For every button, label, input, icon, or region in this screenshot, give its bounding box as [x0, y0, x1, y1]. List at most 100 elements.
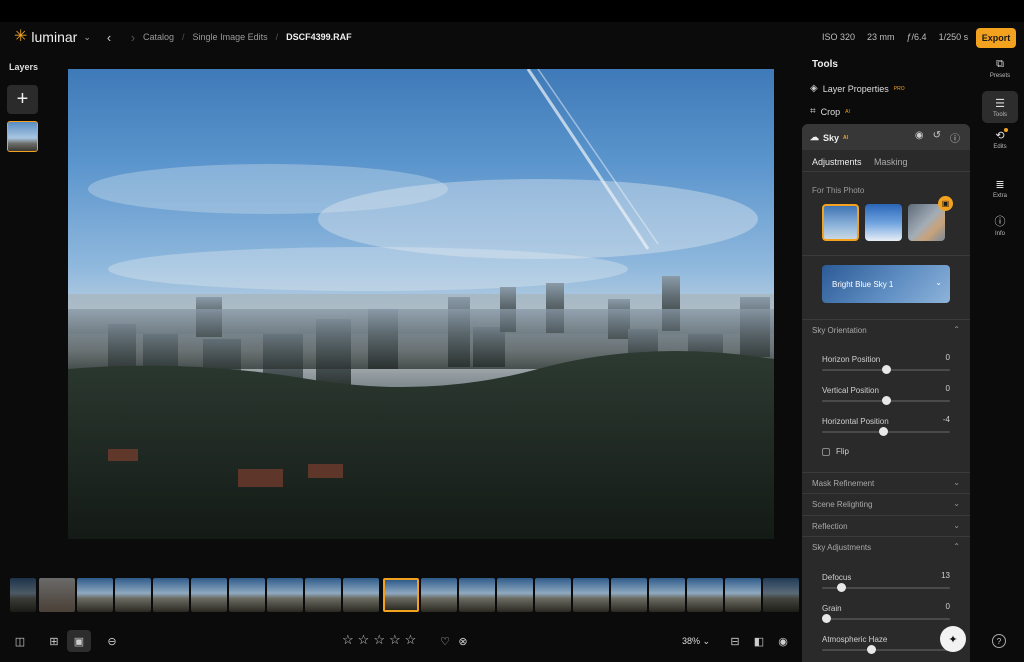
- preview-eye-icon[interactable]: ◉: [771, 630, 795, 652]
- for-this-photo-label: For This Photo: [812, 186, 865, 195]
- star-icon[interactable]: ☆: [389, 632, 401, 648]
- app-logo[interactable]: ✳ luminar ⌄: [14, 29, 91, 46]
- zoom-level[interactable]: 38% ⌄: [682, 636, 710, 647]
- section-sky-adjustments[interactable]: Sky Adjustments ⌃: [802, 536, 970, 557]
- single-view-icon[interactable]: ▣: [67, 630, 91, 652]
- reset-icon[interactable]: ↺: [933, 130, 941, 145]
- filmstrip-thumbnail[interactable]: [343, 578, 379, 612]
- star-icon[interactable]: ☆: [358, 632, 370, 648]
- export-button[interactable]: Export: [976, 28, 1016, 48]
- slider-knob[interactable]: [882, 396, 891, 405]
- layers-title: Layers: [9, 62, 39, 72]
- section-scene-relighting[interactable]: Scene Relighting ⌄: [802, 493, 970, 514]
- filmstrip-thumbnail[interactable]: [573, 578, 609, 612]
- slider-knob[interactable]: [837, 583, 847, 592]
- filmstrip-thumbnail[interactable]: [535, 578, 571, 612]
- slider-knob[interactable]: [866, 645, 876, 654]
- add-layer-button[interactable]: +: [7, 85, 38, 114]
- star-icon[interactable]: ☆: [342, 632, 354, 648]
- sky-selection-dropdown[interactable]: Bright Blue Sky 1 ⌄: [822, 265, 950, 303]
- slider-track[interactable]: [822, 618, 950, 620]
- forward-button[interactable]: ›: [126, 30, 140, 45]
- filmstrip-thumbnail[interactable]: [191, 578, 227, 612]
- tab-adjustments[interactable]: Adjustments: [812, 157, 862, 167]
- sky-suggestion-3[interactable]: [908, 204, 945, 241]
- slider-knob[interactable]: [821, 614, 831, 623]
- back-button[interactable]: ‹: [102, 30, 116, 45]
- section-title: Sky Orientation: [812, 326, 867, 335]
- slider-value[interactable]: 13: [941, 571, 950, 580]
- filmstrip-thumbnail[interactable]: [763, 578, 799, 612]
- slider-grain[interactable]: Grain 0: [821, 602, 950, 624]
- slider-track[interactable]: [822, 649, 950, 651]
- filmstrip[interactable]: [0, 575, 800, 619]
- filmstrip-thumbnail[interactable]: [687, 578, 723, 612]
- slider-value[interactable]: 0: [946, 353, 950, 362]
- filmstrip-thumbnail[interactable]: [725, 578, 761, 612]
- info-icon[interactable]: ⓘ: [950, 130, 960, 145]
- breadcrumb-catalog[interactable]: Catalog: [143, 32, 174, 42]
- slider-value[interactable]: 0: [946, 602, 950, 611]
- rail-info[interactable]: ⓘ Info: [982, 213, 1018, 237]
- rating-stars[interactable]: ☆ ☆ ☆ ☆ ☆: [342, 632, 416, 648]
- filmstrip-thumbnail[interactable]: [611, 578, 647, 612]
- section-reflection[interactable]: Reflection ⌄: [802, 515, 970, 536]
- more-options-icon[interactable]: ⊖: [100, 630, 124, 652]
- slider-value[interactable]: -4: [943, 415, 950, 424]
- sky-suggestion-1[interactable]: [822, 204, 859, 241]
- breadcrumb-album[interactable]: Single Image Edits: [193, 32, 268, 42]
- slider-value[interactable]: 0: [946, 384, 950, 393]
- grid-view-icon[interactable]: ⊞: [42, 630, 66, 652]
- help-icon[interactable]: ?: [992, 634, 1006, 648]
- rail-extra[interactable]: ≣ Extra: [982, 178, 1018, 199]
- section-sky-orientation[interactable]: Sky Orientation ⌃: [802, 319, 970, 340]
- checkbox-box[interactable]: [822, 447, 830, 456]
- flip-checkbox[interactable]: Flip: [822, 447, 849, 456]
- star-icon[interactable]: ☆: [405, 632, 417, 648]
- sky-suggestion-2[interactable]: [865, 204, 902, 241]
- slider-horizontal-position[interactable]: Horizontal Position -4: [822, 415, 950, 437]
- slider-defocus[interactable]: Defocus 13: [822, 571, 950, 593]
- slider-atmospheric-haze[interactable]: Atmospheric Haze: [822, 635, 950, 655]
- tool-crop[interactable]: ⌗ Crop AI: [810, 106, 850, 117]
- filmstrip-thumbnail[interactable]: [649, 578, 685, 612]
- filmstrip-thumbnail[interactable]: [115, 578, 151, 612]
- filmstrip-thumbnail[interactable]: [497, 578, 533, 612]
- cityscape-image: [68, 69, 774, 539]
- slider-knob[interactable]: [882, 365, 891, 374]
- sidebar-toggle-icon[interactable]: ◫: [8, 630, 32, 652]
- compare-icon[interactable]: ⊟: [723, 630, 747, 652]
- sky-header[interactable]: ☁ Sky AI ◉ ↺ ⓘ: [802, 124, 970, 150]
- filmstrip-thumbnail[interactable]: [77, 578, 113, 612]
- rail-presets[interactable]: ⧉ Presets: [982, 58, 1018, 79]
- section-title: Mask Refinement: [812, 479, 875, 488]
- split-view-icon[interactable]: ◧: [747, 630, 771, 652]
- photo-canvas[interactable]: [68, 69, 774, 539]
- slider-vertical-position[interactable]: Vertical Position 0: [822, 384, 950, 406]
- filmstrip-thumbnail[interactable]: [305, 578, 341, 612]
- filmstrip-thumbnail[interactable]: [10, 578, 36, 612]
- filmstrip-thumbnail[interactable]: [39, 578, 75, 612]
- breadcrumb-separator: /: [182, 32, 185, 42]
- reject-icon[interactable]: ⊗: [451, 630, 475, 652]
- layer-thumbnail[interactable]: [7, 121, 38, 152]
- tab-masking[interactable]: Masking: [874, 157, 908, 167]
- slider-knob[interactable]: [879, 427, 889, 436]
- tool-layer-properties[interactable]: ◈ Layer Properties PRO: [810, 83, 905, 94]
- filmstrip-thumbnail[interactable]: [153, 578, 189, 612]
- shop-cart-icon[interactable]: ▣: [938, 196, 953, 211]
- rail-tools[interactable]: ☰ Tools: [982, 91, 1018, 123]
- star-icon[interactable]: ☆: [373, 632, 385, 648]
- breadcrumb: Catalog / Single Image Edits / DSCF4399.…: [143, 32, 352, 42]
- filmstrip-thumbnail[interactable]: [459, 578, 495, 612]
- filmstrip-thumbnail-selected[interactable]: [383, 578, 419, 612]
- filmstrip-thumbnail[interactable]: [421, 578, 457, 612]
- visibility-eye-icon[interactable]: ◉: [915, 130, 924, 145]
- slider-horizon-position[interactable]: Horizon Position 0: [822, 353, 950, 375]
- filmstrip-thumbnail[interactable]: [229, 578, 265, 612]
- rail-edits[interactable]: ⟲ Edits: [982, 129, 1018, 150]
- chat-assistant-icon[interactable]: ✦: [940, 626, 966, 652]
- section-title: Scene Relighting: [812, 500, 873, 509]
- section-mask-refinement[interactable]: Mask Refinement ⌄: [802, 472, 970, 493]
- filmstrip-thumbnail[interactable]: [267, 578, 303, 612]
